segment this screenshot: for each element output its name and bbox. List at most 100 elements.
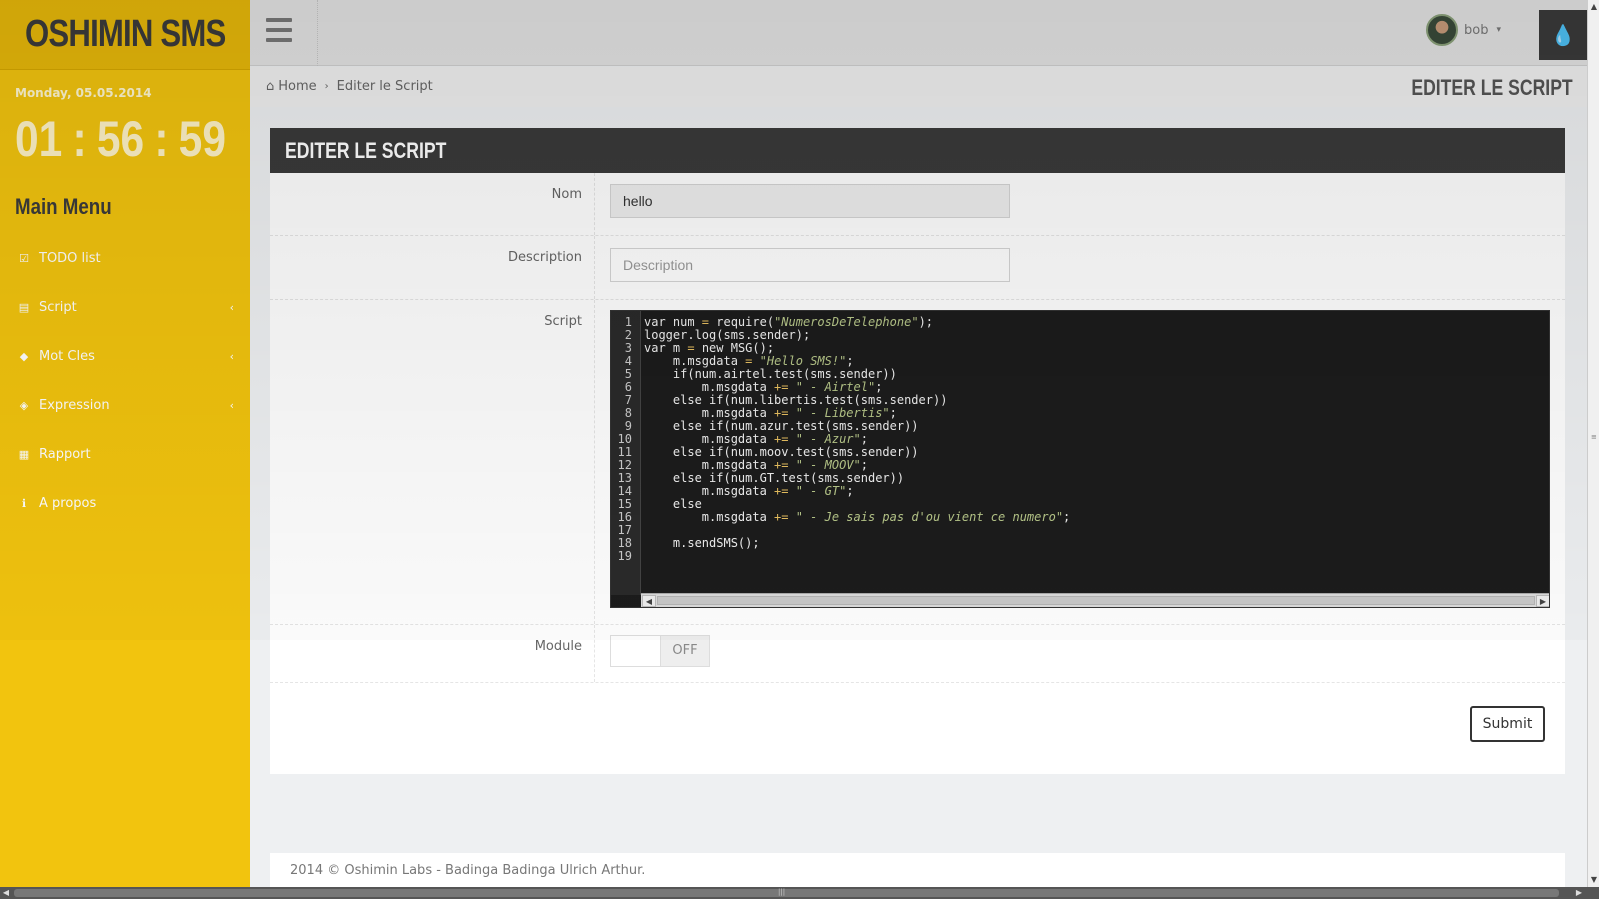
code-token: " - Airtel" [795, 380, 876, 394]
brand-logo[interactable]: OSHIMIN SMS [0, 0, 250, 70]
sidebar-item-label: TODO list [39, 251, 101, 266]
code-token: require( [709, 315, 775, 329]
line-number: 8 [624, 406, 632, 420]
form-row-script: Script 1 2 3 4 5 6 7 8 9 10 11 12 13 14 15 16 17 18 19 var… [270, 300, 1565, 625]
sidebar-item-rapport[interactable]: ▦ Rapport [0, 430, 250, 479]
form-row-module: Module OFF [270, 625, 1565, 683]
description-input[interactable] [610, 248, 1010, 282]
ticket-icon: ◈ [19, 399, 29, 412]
line-number: 19 [617, 549, 632, 563]
home-icon: ⌂ [266, 79, 275, 94]
code-token: " - GT" [795, 484, 847, 498]
line-number: 1 [624, 315, 632, 329]
breadcrumb-home-link[interactable]: Home [278, 79, 316, 94]
code-token: "Hello SMS!" [759, 354, 847, 368]
scroll-up-icon[interactable]: ▲ [1588, 0, 1599, 14]
code-token: ; [1063, 510, 1071, 524]
code-editor[interactable]: 1 2 3 4 5 6 7 8 9 10 11 12 13 14 15 16 17 18 19 var num = … [610, 310, 1550, 608]
chevron-left-icon: ‹ [229, 350, 234, 363]
scroll-left-icon[interactable]: ◀ [642, 595, 656, 607]
sidebar: OSHIMIN SMS Monday, 05.05.2014 01:56:59 … [0, 0, 250, 899]
caret-down-icon: ▾ [1496, 25, 1501, 35]
form-row-description: Description [270, 236, 1565, 300]
scroll-right-icon[interactable]: ▶ [1536, 595, 1549, 607]
sidebar-item-mot-cles[interactable]: ◆ Mot Cles ‹ [0, 332, 250, 381]
code-token: m.msgdata [644, 432, 775, 446]
scroll-grip-icon: ≡ [1591, 433, 1597, 441]
sidebar-item-a-propos[interactable]: ℹ A propos [0, 479, 250, 528]
code-token: else [644, 497, 702, 511]
sidebar-item-label: Mot Cles [39, 349, 95, 364]
file-icon: ▤ [18, 301, 30, 314]
panel-header: EDITER LE SCRIPT [270, 128, 1565, 173]
panel-title: EDITER LE SCRIPT [285, 137, 447, 163]
user-menu[interactable]: bob ▾ [1426, 14, 1501, 46]
code-token: m.msgdata [644, 458, 775, 472]
scroll-thumb[interactable] [657, 596, 1535, 605]
code-token: logger.log(sms.sender); [644, 328, 811, 342]
code-token: else if(num.moov.test(sms.sender)) [644, 445, 919, 459]
clock-separator: : [72, 111, 87, 167]
submit-button[interactable]: Submit [1470, 706, 1545, 742]
code-token: m.msgdata [644, 354, 746, 368]
sidebar-item-todo-list[interactable]: ☑ TODO list [0, 234, 250, 283]
page-vertical-scrollbar[interactable]: ▲ ≡ ▼ [1587, 0, 1599, 887]
code-token: ; [860, 458, 868, 472]
brand-title: OSHIMIN SMS [24, 13, 226, 55]
code-token: m.msgdata [644, 380, 775, 394]
module-toggle[interactable]: OFF [610, 635, 710, 667]
line-number: 5 [624, 367, 632, 381]
code-token: new MSG(); [694, 341, 775, 355]
tags-icon: ◆ [19, 350, 29, 363]
nom-input[interactable] [610, 184, 1010, 218]
code-token: += [774, 484, 789, 498]
line-number: 7 [624, 393, 632, 407]
code-token: else if(num.libertis.test(sms.sender)) [644, 393, 948, 407]
code-token: var m [644, 341, 688, 355]
sidebar-item-expression[interactable]: ◈ Expression ‹ [0, 381, 250, 430]
toggle-knob [611, 636, 661, 666]
code-token: += [774, 380, 789, 394]
breadcrumb-current: Editer le Script [336, 79, 433, 94]
code-token: if(num.airtel.test(sms.sender)) [644, 367, 897, 381]
code-token: = [701, 315, 710, 329]
footer: 2014 © Oshimin Labs - Badinga Badinga Ul… [270, 853, 1565, 889]
clock-hours: 01 [15, 111, 63, 167]
code-line: m.msgdata += " - Je sais pas d'ou vient … [644, 511, 1070, 524]
code-token: " - Azur" [795, 432, 861, 446]
sidebar-item-label: A propos [39, 496, 97, 511]
theme-toggle-button[interactable]: 💧 [1539, 10, 1587, 60]
code-token: ; [846, 484, 854, 498]
line-number: 3 [624, 341, 632, 355]
scroll-right-icon[interactable]: ▶ [1573, 887, 1585, 899]
check-square-icon: ☑ [19, 252, 29, 265]
line-number: 6 [624, 380, 632, 394]
code-token: " - Je sais pas d'ou vient ce numero" [795, 510, 1064, 524]
sidebar-item-label: Script [39, 300, 77, 315]
scroll-thumb[interactable] [14, 889, 1559, 897]
chevron-left-icon: ‹ [229, 301, 234, 314]
code-token: " - Libertis" [795, 406, 890, 420]
code-line: m.msgdata += " - GT"; [644, 485, 1070, 498]
code-content[interactable]: var num = require("NumerosDeTelephone");… [644, 316, 1070, 563]
main-menu-title: Main Menu [15, 194, 112, 219]
nom-label: Nom [551, 187, 582, 202]
sidebar-item-script[interactable]: ▤ Script ‹ [0, 283, 250, 332]
code-token: m.sendSMS(); [644, 536, 760, 550]
scroll-down-icon[interactable]: ▼ [1588, 873, 1599, 887]
breadcrumb-bar: ⌂ Home › Editer le Script EDITER LE SCRI… [250, 67, 1587, 107]
code-token: ; [875, 380, 883, 394]
editor-horizontal-scrollbar[interactable]: ◀ ▶ [641, 593, 1549, 607]
description-label: Description [507, 250, 582, 265]
sidebar-clock: 01:56:59 [15, 110, 226, 168]
page-horizontal-scrollbar[interactable]: ◀ ||| ▶ [0, 887, 1599, 899]
username: bob [1464, 22, 1489, 38]
info-circle-icon: ℹ [21, 497, 27, 510]
code-token: else if(num.azur.test(sms.sender)) [644, 419, 919, 433]
hamburger-menu-icon[interactable] [266, 18, 292, 42]
scroll-left-icon[interactable]: ◀ [0, 887, 12, 899]
tint-drop-icon: 💧 [1550, 23, 1576, 47]
